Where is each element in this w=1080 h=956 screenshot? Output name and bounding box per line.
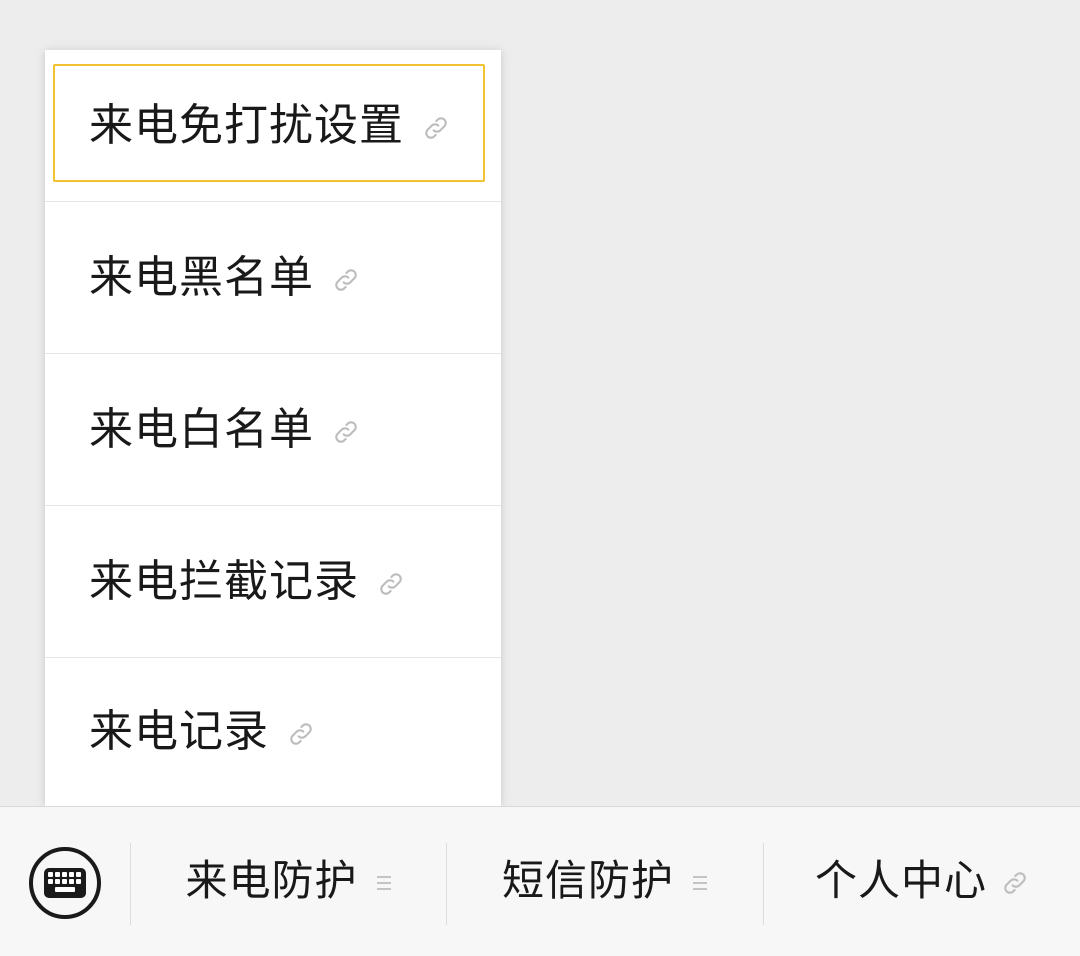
- menu-item-call-blacklist[interactable]: 来电黑名单: [45, 202, 501, 354]
- popup-menu: 来电免打扰设置 来电黑名单 来电白名单 来电拦截记录 来电记录: [45, 50, 501, 806]
- link-icon: [377, 570, 405, 598]
- menu-item-do-not-disturb-settings[interactable]: 来电免打扰设置: [45, 50, 501, 202]
- tab-label: 个人中心: [814, 856, 987, 905]
- keyboard-icon: [29, 847, 101, 919]
- bottom-menu-bar: 来电防护 短信防护 个人中心: [0, 806, 1080, 956]
- menu-item-call-block-log[interactable]: 来电拦截记录: [45, 506, 501, 658]
- menu-item-call-log[interactable]: 来电记录: [45, 658, 501, 806]
- tab-call-protection[interactable]: 来电防护: [131, 807, 446, 955]
- menu-lines-icon: [376, 874, 392, 892]
- link-icon: [1001, 869, 1029, 897]
- tab-label: 来电防护: [185, 856, 358, 905]
- link-icon: [332, 266, 360, 294]
- tab-label: 短信防护: [501, 856, 674, 905]
- menu-item-call-whitelist[interactable]: 来电白名单: [45, 354, 501, 506]
- tab-sms-protection[interactable]: 短信防护: [447, 807, 763, 955]
- menu-lines-icon: [692, 874, 708, 892]
- link-icon: [422, 114, 450, 142]
- link-icon: [332, 418, 360, 446]
- menu-item-label: 来电免打扰设置: [89, 99, 404, 151]
- tab-personal-center[interactable]: 个人中心: [764, 807, 1080, 955]
- menu-item-label: 来电拦截记录: [89, 555, 359, 607]
- menu-item-label: 来电黑名单: [89, 251, 314, 303]
- menu-item-label: 来电记录: [89, 706, 269, 757]
- link-icon: [287, 720, 315, 748]
- menu-item-label: 来电白名单: [89, 403, 314, 455]
- keyboard-toggle-button[interactable]: [28, 846, 102, 920]
